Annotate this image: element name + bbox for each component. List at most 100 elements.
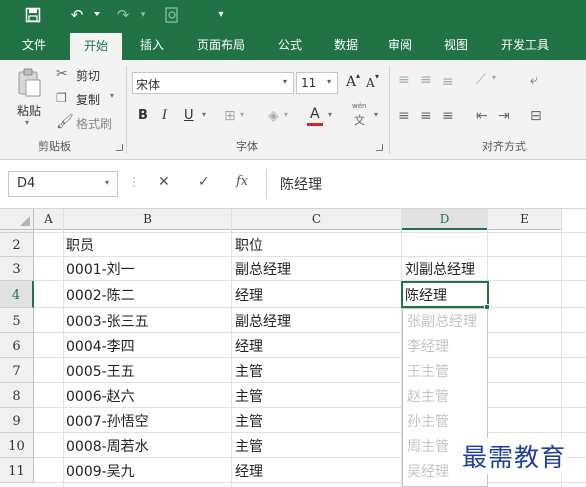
cell-b-11[interactable]: 0009-吴九 [66,460,230,484]
cell-b-3[interactable]: 0001-刘一 [66,258,230,282]
underline-dropdown-icon[interactable]: ▾ [202,110,206,119]
font-size-combo[interactable]: 11 ▾ [296,72,338,94]
cell-b-7[interactable]: 0005-王五 [66,360,230,384]
insert-function-button[interactable]: fx [236,174,248,189]
cancel-button[interactable]: ✕ [158,174,170,190]
cell-b-4[interactable]: 0002-陈二 [66,284,230,308]
suggestion-item[interactable]: 李经理 [407,335,449,359]
tab-file[interactable]: 文件 [12,30,56,60]
cell-c-9[interactable]: 主管 [235,410,399,434]
align-left-icon[interactable]: ≡ [398,108,410,124]
cell-c-2[interactable]: 职位 [235,234,399,258]
suggestion-item[interactable]: 吴经理 [407,460,449,484]
chevron-down-icon[interactable]: ▾ [327,77,331,86]
cut-button[interactable]: ✂ 剪切 [56,66,116,84]
suggestion-item[interactable]: 赵主管 [407,385,449,409]
print-preview-icon[interactable] [162,0,182,30]
underline-button[interactable]: U [184,108,194,123]
phonetic-dropdown-icon[interactable]: ▾ [374,110,378,119]
cell-c-8[interactable]: 主管 [235,385,399,409]
cell-b-6[interactable]: 0004-李四 [66,335,230,359]
row-header[interactable]: 9 [0,408,34,433]
row-header[interactable]: 8 [0,383,34,408]
cell-b-2[interactable]: 职员 [66,234,230,258]
tab-insert[interactable]: 插入 [128,30,176,60]
wrap-text-icon[interactable]: ⤶ [530,72,538,88]
italic-button[interactable]: I [162,108,167,123]
align-right-icon[interactable]: ≡ [442,108,454,124]
bold-button[interactable]: B [138,108,148,123]
tab-home[interactable]: 开始 [70,33,122,60]
font-color-dropdown-icon[interactable]: ▾ [328,110,332,119]
row-header[interactable]: 6 [0,333,34,358]
cell-c-3[interactable]: 副总经理 [235,258,399,282]
borders-icon[interactable]: ⊞ [224,108,236,124]
suggestion-item[interactable]: 王主管 [407,360,449,384]
save-icon[interactable] [22,0,44,30]
row-header[interactable]: 2 [0,233,34,257]
clipboard-launcher-icon[interactable] [116,144,123,151]
font-name-combo[interactable]: 宋体 ▾ [132,72,294,94]
undo-dropdown-icon[interactable] [94,12,100,16]
merge-center-icon[interactable]: ⊟ [530,108,542,124]
column-header-a[interactable]: A [34,209,64,230]
cell-c-6[interactable]: 经理 [235,335,399,359]
cell-d-2[interactable] [405,234,487,258]
tab-review[interactable]: 审阅 [376,30,424,60]
borders-dropdown-icon[interactable]: ▾ [240,110,244,119]
formula-input[interactable]: 陈经理 [280,174,322,194]
cell-c-11[interactable]: 经理 [235,460,399,484]
phonetic-button[interactable]: 文 [354,112,365,128]
suggestion-item[interactable]: 张副总经理 [407,310,477,334]
align-middle-icon[interactable]: ≡ [420,72,432,88]
font-launcher-icon[interactable] [376,144,383,151]
active-cell-outline[interactable] [401,281,489,308]
cell-c-4[interactable]: 经理 [235,284,399,308]
tab-developer[interactable]: 开发工具 [490,30,560,60]
cell-b-10[interactable]: 0008-周若水 [66,435,230,459]
row-header[interactable]: 7 [0,358,34,383]
tab-data[interactable]: 数据 [322,30,370,60]
row-header[interactable]: 5 [0,308,34,333]
row-header[interactable]: 3 [0,257,34,281]
customize-toolbar-icon[interactable]: ▾ [214,0,228,30]
suggestion-item[interactable]: 周主管 [407,435,449,459]
paste-dropdown-icon[interactable]: ▾ [25,118,29,127]
orientation-dropdown-icon[interactable]: ▾ [492,73,496,82]
cell-c-7[interactable]: 主管 [235,360,399,384]
row-header[interactable]: 11 [0,458,34,483]
cell-b-8[interactable]: 0006-赵六 [66,385,230,409]
cell-b-5[interactable]: 0003-张三五 [66,310,230,334]
enter-button[interactable]: ✓ [198,174,210,190]
cell-c-5[interactable]: 副总经理 [235,310,399,334]
fill-color-icon[interactable]: ◈ [268,108,279,124]
fill-handle[interactable] [484,304,490,310]
decrease-indent-icon[interactable]: ⇤ [476,108,488,124]
align-center-icon[interactable]: ≡ [420,108,432,124]
cell-d-3[interactable]: 刘副总经理 [405,258,487,282]
paste-button[interactable]: 粘贴 ▾ [10,66,48,130]
chevron-down-icon[interactable]: ▾ [105,178,109,187]
row-header[interactable]: 10 [0,433,34,458]
orientation-icon[interactable]: ⟋ [476,72,486,88]
chevron-down-icon[interactable]: ▾ [283,77,287,86]
copy-button[interactable]: ❐ 复制 ▾ [56,90,122,108]
cell-c-10[interactable]: 主管 [235,435,399,459]
column-header-e[interactable]: E [488,209,562,230]
copy-dropdown-icon[interactable]: ▾ [110,91,114,100]
tab-formulas[interactable]: 公式 [266,30,314,60]
align-bottom-icon[interactable]: ≡ [442,74,454,90]
tab-page-layout[interactable]: 页面布局 [188,30,254,60]
align-top-icon[interactable]: ≡ [398,72,410,88]
cell-b-9[interactable]: 0007-孙悟空 [66,410,230,434]
name-box[interactable]: D4 ▾ [8,171,118,197]
shrink-font-button[interactable]: A [366,76,375,90]
font-color-button[interactable]: A [310,106,320,122]
select-all-corner[interactable] [0,209,34,230]
row-header[interactable]: 4 [0,281,34,308]
grow-font-button[interactable]: A [346,74,356,90]
increase-indent-icon[interactable]: ⇥ [498,108,510,124]
format-painter-button[interactable]: 🖌 格式刷 [56,114,120,132]
suggestion-item[interactable]: 孙主管 [407,410,449,434]
undo-icon[interactable]: ↶ [68,0,86,30]
